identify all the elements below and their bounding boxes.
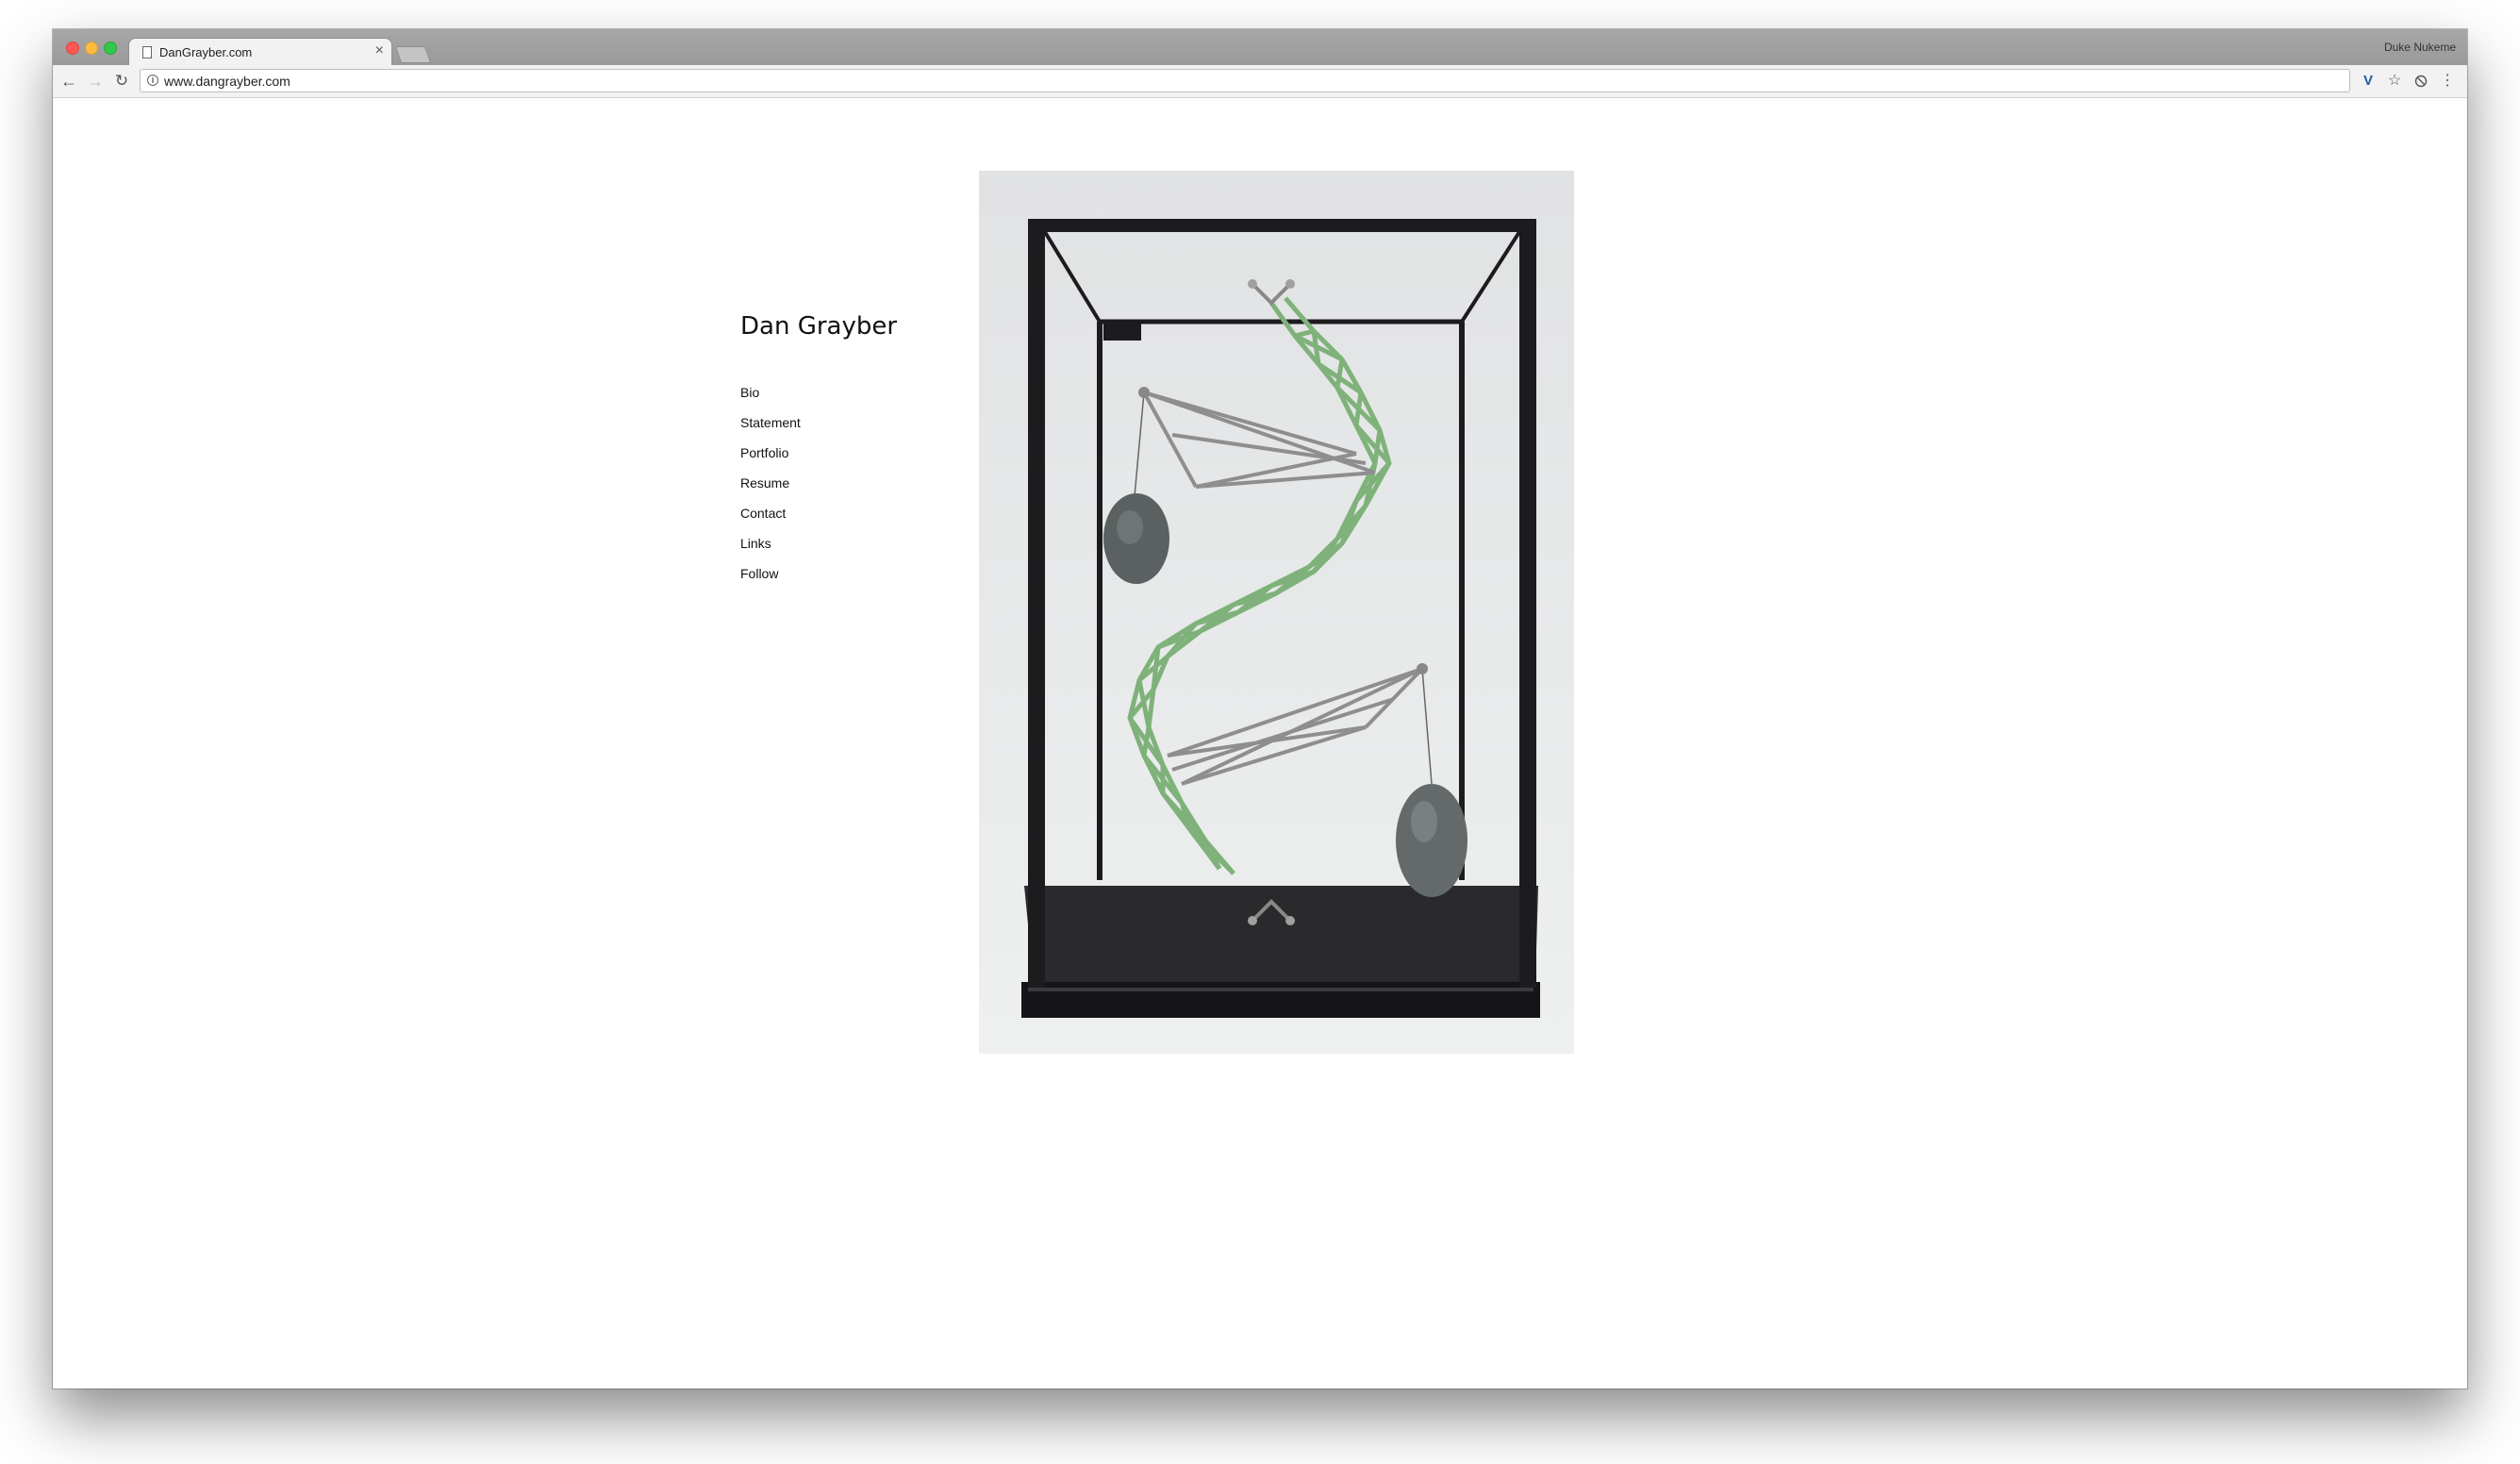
sculpture-illustration bbox=[979, 171, 1574, 1054]
nav-item-bio: Bio bbox=[740, 385, 801, 415]
nav-link-follow[interactable]: Follow bbox=[740, 566, 778, 581]
new-tab-button[interactable] bbox=[394, 46, 432, 63]
nav-link-bio[interactable]: Bio bbox=[740, 385, 759, 400]
reload-icon[interactable]: ↻ bbox=[111, 71, 132, 92]
address-bar[interactable]: i bbox=[140, 69, 2350, 92]
browser-tab[interactable]: DanGrayber.com × bbox=[128, 38, 392, 66]
v-extension-icon[interactable]: V bbox=[2358, 71, 2379, 92]
nav-item-statement: Statement bbox=[740, 415, 801, 445]
browser-toolbar: ← → ↻ i V ☆ ⋮ bbox=[53, 65, 2467, 98]
site-navigation: Bio Statement Portfolio Resume Contact L… bbox=[740, 385, 801, 596]
profile-name[interactable]: Duke Nukeme bbox=[2384, 41, 2456, 54]
nav-item-follow: Follow bbox=[740, 566, 801, 596]
url-input[interactable] bbox=[164, 74, 2239, 89]
nav-link-statement[interactable]: Statement bbox=[740, 415, 801, 430]
kebab-menu-icon[interactable]: ⋮ bbox=[2437, 71, 2458, 92]
tab-strip: DanGrayber.com × Duke Nukeme bbox=[53, 29, 2467, 66]
close-window-button[interactable] bbox=[66, 42, 79, 55]
nav-item-contact: Contact bbox=[740, 506, 801, 536]
nav-link-portfolio[interactable]: Portfolio bbox=[740, 445, 788, 460]
nav-item-resume: Resume bbox=[740, 475, 801, 506]
nav-link-links[interactable]: Links bbox=[740, 536, 771, 551]
maximize-window-button[interactable] bbox=[104, 42, 117, 55]
nav-link-contact[interactable]: Contact bbox=[740, 506, 786, 521]
back-arrow-icon[interactable]: ← bbox=[58, 71, 79, 92]
artwork-image[interactable] bbox=[979, 171, 1574, 1054]
nav-link-resume[interactable]: Resume bbox=[740, 475, 789, 491]
minimize-window-button[interactable] bbox=[85, 42, 98, 55]
info-icon[interactable]: i bbox=[147, 75, 158, 86]
tab-close-icon[interactable]: × bbox=[375, 42, 384, 59]
nav-item-links: Links bbox=[740, 536, 801, 566]
page-content: Dan Grayber Bio Statement Portfolio Resu… bbox=[53, 98, 2467, 1389]
site-title[interactable]: Dan Grayber bbox=[740, 312, 897, 341]
tab-title: DanGrayber.com bbox=[159, 45, 253, 59]
star-icon[interactable]: ☆ bbox=[2384, 71, 2405, 92]
shield-extension-icon[interactable] bbox=[2411, 71, 2431, 92]
browser-window: DanGrayber.com × Duke Nukeme ← → ↻ i V ☆… bbox=[53, 29, 2467, 1389]
forward-arrow-icon[interactable]: → bbox=[85, 71, 106, 92]
nav-item-portfolio: Portfolio bbox=[740, 445, 801, 475]
page-icon bbox=[142, 46, 152, 58]
